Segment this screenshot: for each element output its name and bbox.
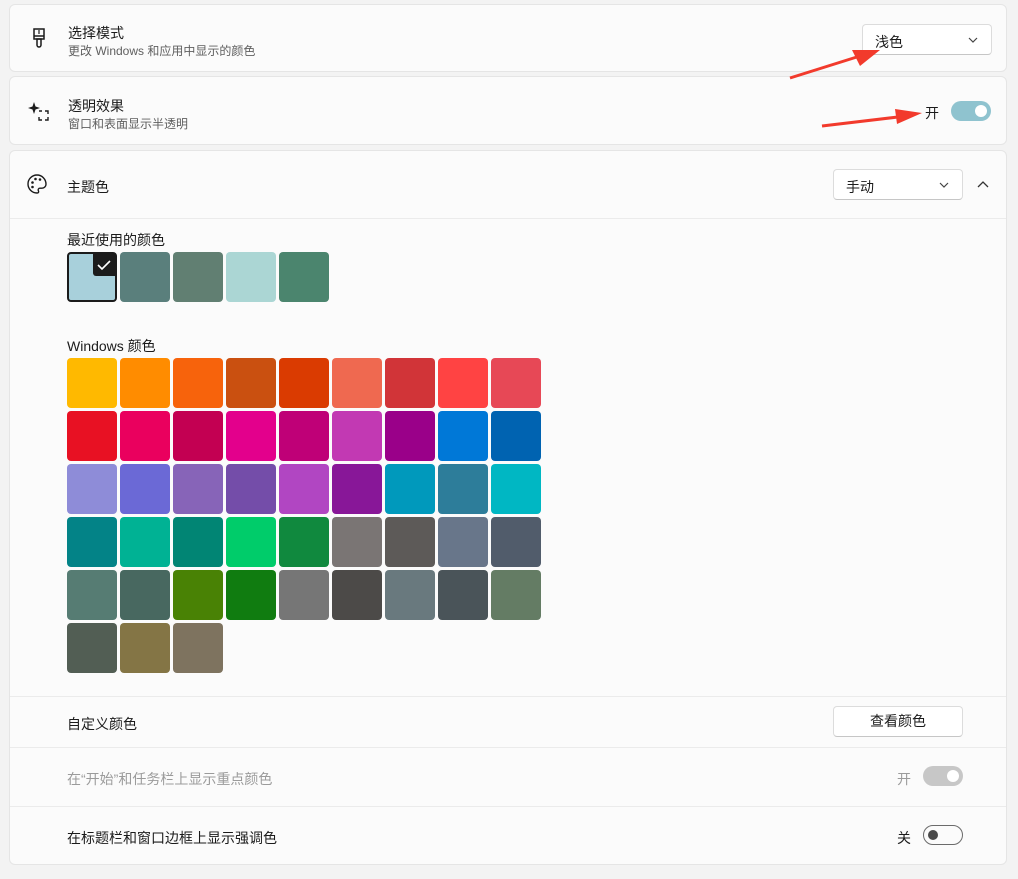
chevron-down-icon bbox=[939, 182, 949, 188]
windows-color-swatch[interactable] bbox=[279, 411, 329, 461]
windows-color-swatch[interactable] bbox=[385, 358, 435, 408]
windows-color-swatch[interactable] bbox=[173, 517, 223, 567]
windows-color-swatch[interactable] bbox=[120, 464, 170, 514]
windows-color-swatch[interactable] bbox=[120, 358, 170, 408]
accent-title: 主题色 bbox=[67, 179, 109, 195]
windows-colors-label: Windows 颜色 bbox=[67, 338, 156, 354]
recent-color-swatch[interactable] bbox=[173, 252, 223, 302]
divider bbox=[10, 696, 1006, 697]
windows-color-swatch[interactable] bbox=[438, 570, 488, 620]
toggle-knob bbox=[975, 105, 987, 117]
mode-dropdown-value: 浅色 bbox=[875, 34, 903, 50]
windows-color-swatch[interactable] bbox=[67, 570, 117, 620]
recent-color-swatch[interactable] bbox=[120, 252, 170, 302]
windows-color-swatch[interactable] bbox=[120, 570, 170, 620]
windows-color-swatch[interactable] bbox=[385, 517, 435, 567]
windows-color-swatch[interactable] bbox=[438, 411, 488, 461]
mode-description: 更改 Windows 和应用中显示的颜色 bbox=[68, 44, 256, 58]
windows-color-swatch[interactable] bbox=[332, 411, 382, 461]
windows-color-swatch[interactable] bbox=[67, 623, 117, 673]
windows-color-swatch[interactable] bbox=[67, 358, 117, 408]
transparency-card: 透明效果 窗口和表面显示半透明 开 bbox=[9, 76, 1007, 145]
windows-color-swatch[interactable] bbox=[226, 464, 276, 514]
toggle-knob bbox=[947, 770, 959, 782]
windows-colors-grid bbox=[67, 358, 547, 678]
windows-color-swatch[interactable] bbox=[332, 464, 382, 514]
custom-color-label: 自定义颜色 bbox=[67, 716, 137, 732]
chevron-down-icon bbox=[968, 37, 978, 43]
windows-color-swatch[interactable] bbox=[279, 358, 329, 408]
recent-colors-grid bbox=[67, 252, 337, 304]
accent-card: 主题色 手动 最近使用的颜色 Windows 颜色 自定义颜色 查看颜色 在“开… bbox=[9, 150, 1007, 865]
mode-title: 选择模式 bbox=[68, 25, 124, 41]
checkmark-icon bbox=[93, 254, 115, 276]
windows-color-swatch[interactable] bbox=[226, 570, 276, 620]
windows-color-swatch[interactable] bbox=[279, 464, 329, 514]
windows-color-swatch[interactable] bbox=[279, 570, 329, 620]
windows-color-swatch[interactable] bbox=[491, 358, 541, 408]
titlebar-accent-toggle[interactable] bbox=[923, 825, 963, 845]
windows-color-swatch[interactable] bbox=[438, 464, 488, 514]
windows-color-swatch[interactable] bbox=[226, 517, 276, 567]
start-taskbar-state-label: 开 bbox=[897, 771, 911, 787]
recent-color-swatch[interactable] bbox=[279, 252, 329, 302]
mode-dropdown[interactable]: 浅色 bbox=[862, 24, 992, 55]
mode-card: 选择模式 更改 Windows 和应用中显示的颜色 浅色 bbox=[9, 4, 1007, 72]
chevron-up-icon[interactable] bbox=[976, 178, 990, 192]
divider bbox=[10, 218, 1006, 219]
toggle-knob bbox=[928, 830, 938, 840]
windows-color-swatch[interactable] bbox=[67, 517, 117, 567]
transparency-state-label: 开 bbox=[925, 105, 939, 121]
titlebar-accent-label: 在标题栏和窗口边框上显示强调色 bbox=[67, 830, 277, 846]
transparency-title: 透明效果 bbox=[68, 98, 124, 114]
windows-color-swatch[interactable] bbox=[438, 517, 488, 567]
titlebar-state-label: 关 bbox=[897, 830, 911, 846]
windows-color-swatch[interactable] bbox=[173, 623, 223, 673]
windows-color-swatch[interactable] bbox=[120, 623, 170, 673]
windows-color-swatch[interactable] bbox=[332, 517, 382, 567]
recent-color-swatch[interactable] bbox=[226, 252, 276, 302]
accent-dropdown[interactable]: 手动 bbox=[833, 169, 963, 200]
windows-color-swatch[interactable] bbox=[385, 570, 435, 620]
windows-color-swatch[interactable] bbox=[173, 464, 223, 514]
sparkle-icon bbox=[28, 102, 49, 121]
windows-color-swatch[interactable] bbox=[438, 358, 488, 408]
accent-dropdown-value: 手动 bbox=[846, 179, 874, 195]
recent-colors-label: 最近使用的颜色 bbox=[67, 232, 165, 248]
windows-color-swatch[interactable] bbox=[173, 411, 223, 461]
palette-icon bbox=[27, 174, 47, 194]
windows-color-swatch[interactable] bbox=[173, 358, 223, 408]
view-colors-button[interactable]: 查看颜色 bbox=[833, 706, 963, 737]
windows-color-swatch[interactable] bbox=[120, 517, 170, 567]
windows-color-swatch[interactable] bbox=[67, 411, 117, 461]
windows-color-swatch[interactable] bbox=[385, 411, 435, 461]
divider bbox=[10, 806, 1006, 807]
windows-color-swatch[interactable] bbox=[385, 464, 435, 514]
start-taskbar-accent-toggle bbox=[923, 766, 963, 786]
paintbrush-icon bbox=[33, 28, 45, 48]
windows-color-swatch[interactable] bbox=[67, 464, 117, 514]
windows-color-swatch[interactable] bbox=[226, 411, 276, 461]
transparency-toggle[interactable] bbox=[951, 101, 991, 121]
windows-color-swatch[interactable] bbox=[226, 358, 276, 408]
windows-color-swatch[interactable] bbox=[120, 411, 170, 461]
windows-color-swatch[interactable] bbox=[491, 411, 541, 461]
windows-color-swatch[interactable] bbox=[491, 464, 541, 514]
divider bbox=[10, 747, 1006, 748]
windows-color-swatch[interactable] bbox=[491, 570, 541, 620]
windows-color-swatch[interactable] bbox=[173, 570, 223, 620]
windows-color-swatch[interactable] bbox=[332, 570, 382, 620]
recent-color-swatch[interactable] bbox=[67, 252, 117, 302]
transparency-description: 窗口和表面显示半透明 bbox=[68, 117, 189, 131]
windows-color-swatch[interactable] bbox=[491, 517, 541, 567]
windows-color-swatch[interactable] bbox=[279, 517, 329, 567]
windows-color-swatch[interactable] bbox=[332, 358, 382, 408]
start-taskbar-accent-label: 在“开始”和任务栏上显示重点颜色 bbox=[67, 771, 273, 787]
